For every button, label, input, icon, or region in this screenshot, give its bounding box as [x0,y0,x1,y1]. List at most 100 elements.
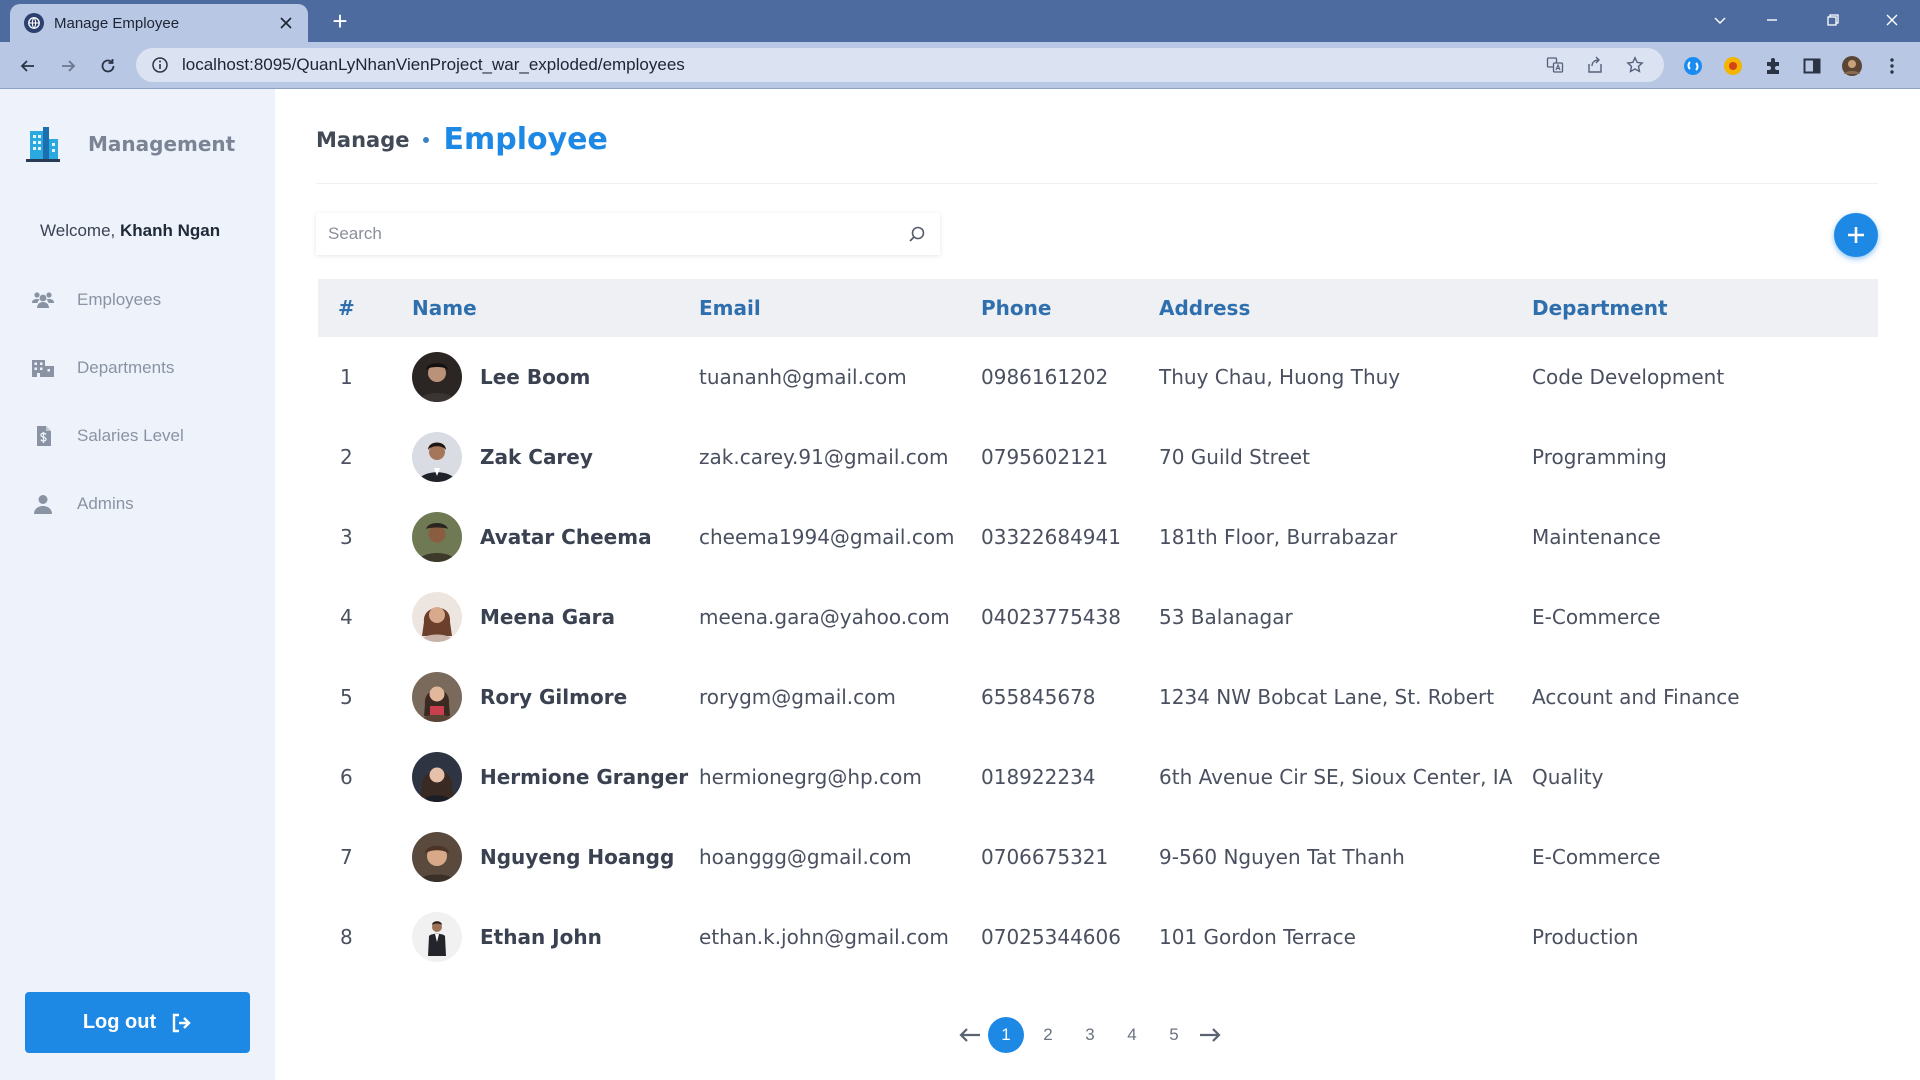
table-row[interactable]: 7 Nguyeng Hoangg hoanggg@gmail.com 07066… [318,817,1878,897]
employee-email: hoanggg@gmail.com [699,845,912,869]
column-header-number[interactable]: # [338,279,355,337]
page-2-button[interactable]: 2 [1030,1017,1066,1053]
employee-address: Thuy Chau, Huong Thuy [1159,365,1401,389]
sidebar-item-salaries-level[interactable]: Salaries Level [30,420,184,452]
search-input[interactable] [328,224,906,244]
browser-titlebar: Manage Employee + [0,0,1920,42]
employee-department: Code Development [1532,365,1725,389]
extensions-puzzle-icon[interactable] [1761,54,1785,78]
employee-email: meena.gara@yahoo.com [699,605,950,629]
column-header-phone[interactable]: Phone [981,279,1051,337]
sidebar-item-employees[interactable]: Employees [30,284,161,316]
employee-email: tuananh@gmail.com [699,365,907,389]
welcome-prefix: Welcome, [40,221,116,240]
page-5-button[interactable]: 5 [1156,1017,1192,1053]
building-logo-icon [26,127,60,162]
forward-icon[interactable] [54,52,82,80]
address-bar[interactable]: localhost:8095/QuanLyNhanVienProject_war… [136,48,1664,82]
globe-icon [24,13,44,33]
row-number: 3 [340,525,353,549]
restore-icon[interactable] [1813,6,1853,34]
logout-button[interactable]: Log out [25,992,250,1053]
pagination: 1 2 3 4 5 [955,1017,1225,1053]
table-row[interactable]: 1 Lee Boom tuananh@gmail.com 0986161202 … [318,337,1878,417]
bookmark-star-icon[interactable] [1624,54,1646,76]
sidebar-item-label: Employees [77,290,162,309]
back-icon[interactable] [14,52,42,80]
employee-phone: 655845678 [981,685,1096,709]
arrow-right-icon[interactable] [1195,1017,1225,1053]
page-title: Employee [443,122,608,157]
browser-tab[interactable]: Manage Employee [10,4,308,42]
row-number: 2 [340,445,353,469]
avatar [412,592,462,642]
site-info-icon[interactable] [150,55,170,75]
close-window-icon[interactable] [1872,6,1912,34]
sidebar-item-admins[interactable]: Admins [30,488,134,520]
employee-name: Lee Boom [480,365,591,389]
new-tab-button[interactable]: + [326,8,354,36]
profile-avatar-icon[interactable] [1840,54,1864,78]
page-1-button[interactable]: 1 [988,1017,1024,1053]
side-panel-icon[interactable] [1800,54,1824,78]
employee-address: 70 Guild Street [1159,445,1310,469]
avatar [412,912,462,962]
employee-phone: 03322684941 [981,525,1121,549]
row-number: 7 [340,845,353,869]
avatar [412,832,462,882]
reload-icon[interactable] [94,52,122,80]
page-3-button[interactable]: 3 [1072,1017,1108,1053]
building-icon [30,357,56,379]
add-employee-button[interactable] [1834,213,1878,257]
table-row[interactable]: 5 Rory Gilmore rorygm@gmail.com 65584567… [318,657,1878,737]
avatar [412,752,462,802]
employee-address: 181th Floor, Burrabazar [1159,525,1398,549]
extension-orange-icon[interactable] [1721,54,1745,78]
avatar [412,352,462,402]
users-icon [30,289,56,311]
row-number: 8 [340,925,353,949]
column-header-name[interactable]: Name [412,279,477,337]
employee-phone: 018922234 [981,765,1096,789]
sidebar-item-label: Departments [77,358,175,377]
table-row[interactable]: 4 Meena Gara meena.gara@yahoo.com 040237… [318,577,1878,657]
sign-out-icon [172,1013,191,1032]
brand-name: Management [88,132,236,156]
page-4-button[interactable]: 4 [1114,1017,1150,1053]
search-icon[interactable] [906,223,928,245]
employee-address: 6th Avenue Cir SE, Sioux Center, IA [1159,765,1513,789]
table-row[interactable]: 2 Zak Carey zak.carey.91@gmail.com 07956… [318,417,1878,497]
close-tab-icon[interactable] [276,13,296,33]
table-header: # Name Email Phone Address Department [318,279,1878,337]
table-row[interactable]: 6 Hermione Granger hermionegrg@hp.com 01… [318,737,1878,817]
table-row[interactable]: 8 Ethan John ethan.k.john@gmail.com 0702… [318,897,1878,977]
column-header-department[interactable]: Department [1532,279,1668,337]
employee-email: ethan.k.john@gmail.com [699,925,949,949]
arrow-left-icon[interactable] [955,1017,985,1053]
row-number: 4 [340,605,353,629]
employee-department: Maintenance [1532,525,1661,549]
column-header-email[interactable]: Email [699,279,761,337]
employee-address: 1234 NW Bobcat Lane, St. Robert [1159,685,1495,709]
tab-search-icon[interactable] [1700,6,1740,34]
table-row[interactable]: 3 Avatar Cheema cheema1994@gmail.com 033… [318,497,1878,577]
share-icon[interactable] [1584,54,1606,76]
translate-icon[interactable] [1544,54,1566,76]
user-name: Khanh Ngan [120,221,221,240]
extension-shazam-icon[interactable] [1681,54,1705,78]
breadcrumb[interactable]: Manage [316,128,409,152]
employee-department: E-Commerce [1532,605,1661,629]
sidebar-item-departments[interactable]: Departments [30,352,174,384]
avatar [412,672,462,722]
employee-address: 53 Balanagar [1159,605,1293,629]
browser-menu-icon[interactable] [1880,54,1904,78]
employee-name: Hermione Granger [480,765,689,789]
header-divider [316,183,1878,184]
minimize-icon[interactable] [1752,6,1792,34]
user-icon [30,493,56,515]
column-header-address[interactable]: Address [1159,279,1250,337]
employee-email: hermionegrg@hp.com [699,765,922,789]
employee-name: Rory Gilmore [480,685,628,709]
url-text[interactable]: localhost:8095/QuanLyNhanVienProject_war… [182,55,1544,75]
brand[interactable]: Management [24,125,235,163]
